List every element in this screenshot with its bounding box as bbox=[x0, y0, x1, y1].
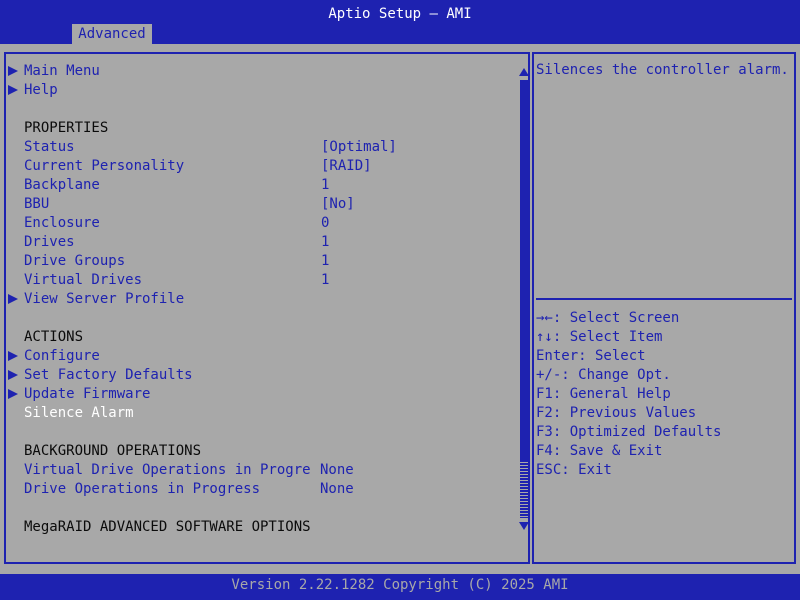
menu-item-main-menu[interactable]: Main Menu bbox=[24, 62, 100, 81]
property-virtual-drives-value: 1 bbox=[321, 272, 330, 288]
submenu-arrow-icon bbox=[8, 351, 18, 361]
bgop-drive-label: Drive Operations in Progress bbox=[24, 481, 261, 497]
property-drive-groups-label: Drive Groups bbox=[24, 253, 126, 269]
property-current-personality-value[interactable]: [RAID] bbox=[321, 157, 372, 176]
property-current-personality-label[interactable]: Current Personality bbox=[24, 157, 184, 176]
submenu-arrow-icon bbox=[8, 85, 18, 95]
property-backplane-label: Backplane bbox=[24, 177, 100, 193]
bgop-virtual-drive-value: None bbox=[320, 462, 354, 478]
section-header-megaraid-options: MegaRAID ADVANCED SOFTWARE OPTIONS bbox=[24, 519, 311, 535]
property-drives-label: Drives bbox=[24, 234, 75, 250]
footer-version: Version 2.22.1282 Copyright (C) 2025 AMI bbox=[0, 574, 800, 600]
tab-advanced[interactable]: Advanced bbox=[72, 24, 152, 44]
key-hint-optimized-defaults: F3: Optimized Defaults bbox=[536, 424, 722, 440]
bgop-drive-value: None bbox=[320, 481, 354, 497]
section-header-background-operations: BACKGROUND OPERATIONS bbox=[24, 443, 202, 459]
property-bbu-value[interactable]: [No] bbox=[321, 195, 355, 214]
title-bar: Aptio Setup – AMI Advanced bbox=[0, 0, 800, 44]
key-hint-select-item: ↑↓: Select Item bbox=[536, 329, 663, 345]
section-header-actions: ACTIONS bbox=[24, 329, 84, 345]
submenu-arrow-icon bbox=[8, 294, 18, 304]
scrollbar-track[interactable] bbox=[520, 80, 528, 518]
menu-item-view-server-profile[interactable]: View Server Profile bbox=[24, 290, 184, 309]
property-bbu-label[interactable]: BBU bbox=[24, 195, 49, 214]
property-backplane-value: 1 bbox=[321, 177, 330, 193]
scroll-down-icon[interactable] bbox=[519, 522, 529, 530]
key-hint-change-opt: +/-: Change Opt. bbox=[536, 367, 671, 383]
bgop-virtual-drive-label: Virtual Drive Operations in Progre bbox=[24, 462, 311, 478]
scroll-up-icon[interactable] bbox=[519, 68, 529, 76]
key-hint-previous-values: F2: Previous Values bbox=[536, 405, 697, 421]
window-title: Aptio Setup – AMI bbox=[328, 6, 472, 22]
key-hint-save-exit: F4: Save & Exit bbox=[536, 443, 663, 459]
submenu-arrow-icon bbox=[8, 66, 18, 76]
submenu-arrow-icon bbox=[8, 389, 18, 399]
key-hint-esc-exit: ESC: Exit bbox=[536, 462, 612, 478]
property-enclosure-value: 0 bbox=[321, 215, 330, 231]
property-status-value[interactable]: [Optimal] bbox=[321, 138, 397, 157]
property-enclosure-label: Enclosure bbox=[24, 215, 100, 231]
key-hint-enter-select: Enter: Select bbox=[536, 348, 646, 364]
property-drives-value: 1 bbox=[321, 234, 330, 250]
help-description: Silences the controller alarm. bbox=[536, 62, 789, 78]
property-drive-groups-value: 1 bbox=[321, 253, 330, 269]
menu-item-update-firmware[interactable]: Update Firmware bbox=[24, 385, 150, 404]
menu-item-help[interactable]: Help bbox=[24, 81, 58, 100]
menu-item-set-factory-defaults[interactable]: Set Factory Defaults bbox=[24, 366, 193, 385]
scrollbar-lower-track[interactable] bbox=[520, 460, 528, 518]
key-hint-general-help: F1: General Help bbox=[536, 386, 671, 402]
section-header-properties: PROPERTIES bbox=[24, 120, 109, 136]
help-panel bbox=[532, 52, 796, 564]
submenu-arrow-icon bbox=[8, 370, 18, 380]
property-virtual-drives-label: Virtual Drives bbox=[24, 272, 143, 288]
key-hint-select-screen: →←: Select Screen bbox=[536, 310, 680, 326]
property-status-label[interactable]: Status bbox=[24, 138, 75, 157]
menu-item-configure[interactable]: Configure bbox=[24, 347, 100, 366]
menu-item-silence-alarm[interactable]: Silence Alarm bbox=[24, 404, 134, 423]
help-divider bbox=[536, 298, 792, 300]
